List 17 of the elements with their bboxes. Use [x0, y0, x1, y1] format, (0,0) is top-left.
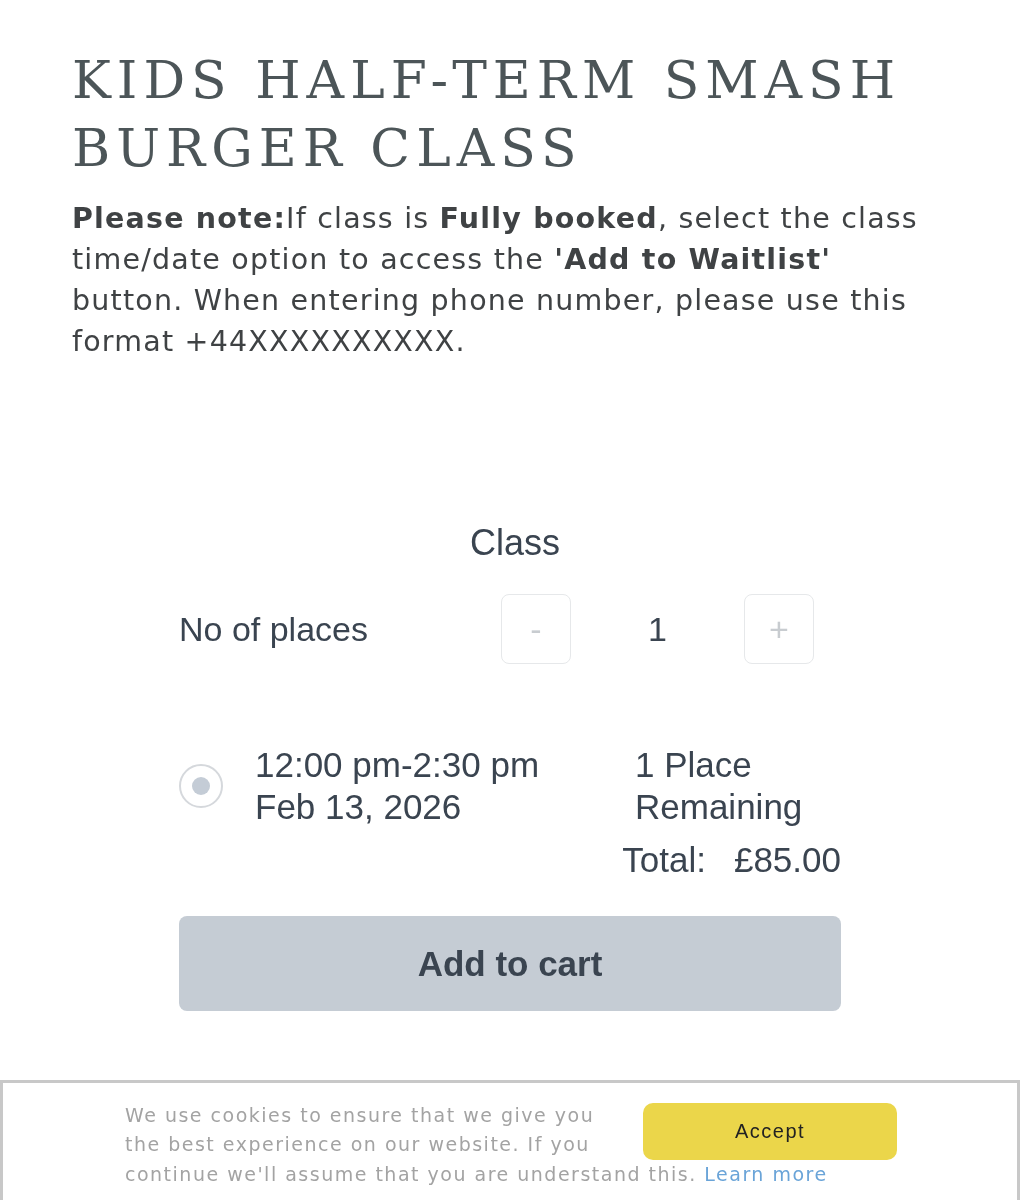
radio-button[interactable] — [179, 764, 223, 808]
quantity-value: 1 — [647, 609, 668, 649]
accept-button[interactable]: Accept — [643, 1103, 897, 1160]
increment-button[interactable]: + — [744, 594, 814, 664]
section-heading: Class — [469, 522, 561, 564]
places-label: No of places — [179, 609, 369, 649]
total-label: Total: — [622, 840, 706, 880]
page-title: KIDS HALF-TERM SMASH BURGER CLASS — [72, 49, 903, 180]
add-to-cart-button[interactable]: Add to cart — [179, 916, 841, 1011]
availability-text: 1 Place Remaining — [635, 744, 804, 828]
booking-note: Please note:If class is Fully booked, select the class time/date option to access the 'Add to Waitlist' button. When entering phone number, please use this format +44XXXXXXXXXX. — [72, 201, 919, 360]
slot-time: 12:00 pm-2:30 pm — [255, 744, 541, 786]
learn-more-link[interactable]: Learn more — [704, 1163, 828, 1185]
decrement-button[interactable]: - — [501, 594, 571, 664]
cookie-message: continue we'll assume that you are understand this. Learn more — [125, 1162, 829, 1187]
slot-date: Feb 13, 2026 — [255, 786, 463, 828]
total-value: £85.00 — [733, 840, 841, 880]
